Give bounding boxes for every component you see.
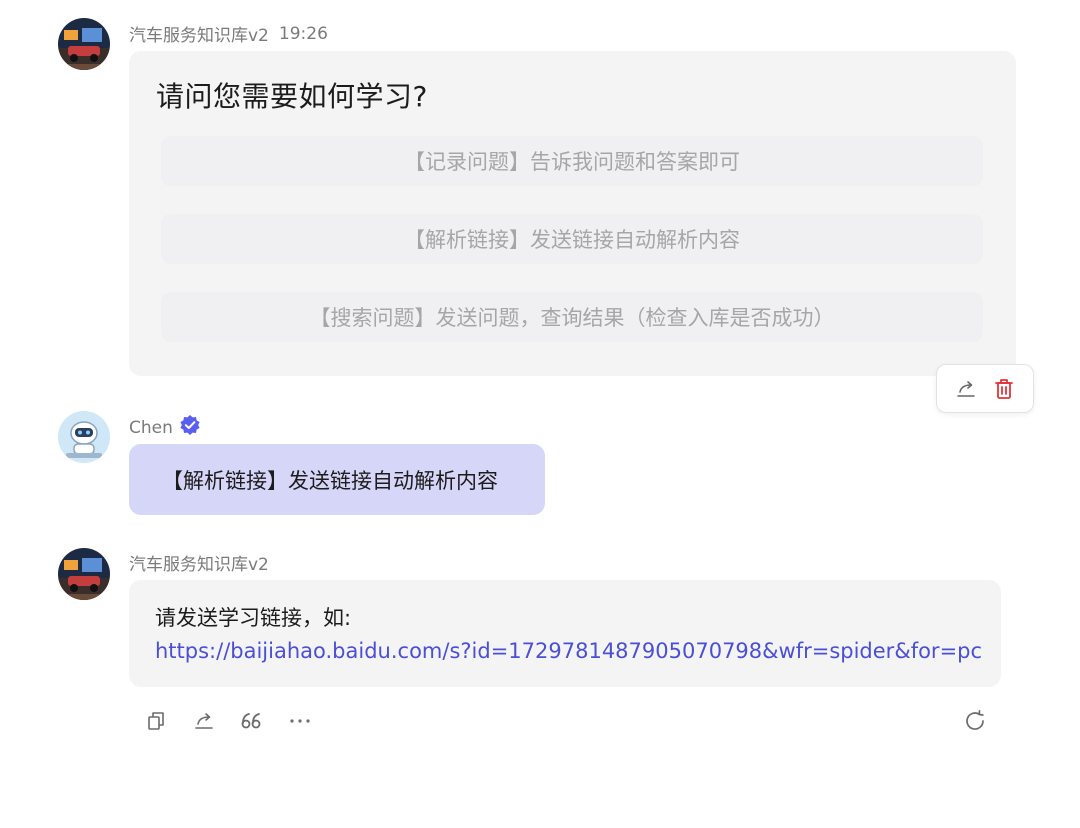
message-action-bar: [936, 364, 1034, 413]
quote-icon[interactable]: [238, 707, 266, 735]
share-icon[interactable]: [953, 376, 979, 402]
sender-name: 汽车服务知识库v2: [129, 26, 269, 46]
sender-name: Chen: [129, 417, 173, 438]
bot-message-bubble: 请发送学习链接，如: https://baijiahao.baidu.com/s…: [129, 580, 1001, 687]
bot-message-bubble: 请问您需要如何学习? 【记录问题】告诉我问题和答案即可 【解析链接】发送链接自动…: [129, 51, 1016, 376]
user-avatar: [58, 411, 110, 463]
user-message-bubble: 【解析链接】发送链接自动解析内容: [129, 444, 545, 515]
share-icon[interactable]: [190, 707, 218, 735]
message-meta: 汽车服务知识库v2 19:26: [129, 21, 328, 47]
refresh-icon[interactable]: [962, 708, 988, 734]
bot-avatar: [58, 548, 110, 600]
trash-icon[interactable]: [991, 376, 1017, 402]
sender-name: 汽车服务知识库v2: [129, 555, 269, 575]
example-link[interactable]: https://baijiahao.baidu.com/s?id=1729781…: [155, 639, 982, 663]
option-record-question[interactable]: 【记录问题】告诉我问题和答案即可: [161, 136, 983, 186]
more-icon[interactable]: [286, 707, 314, 735]
message-text: 请发送学习链接，如:: [155, 606, 352, 630]
message-time: 19:26: [278, 23, 328, 44]
copy-icon[interactable]: [142, 707, 170, 735]
option-parse-link[interactable]: 【解析链接】发送链接自动解析内容: [161, 214, 983, 264]
message-toolbar: [142, 707, 314, 735]
bot-avatar: [58, 18, 110, 70]
message-meta: 汽车服务知识库v2: [129, 550, 269, 575]
message-meta: Chen: [129, 414, 201, 441]
verified-badge-icon: [179, 414, 201, 441]
question-text: 请问您需要如何学习?: [156, 80, 428, 113]
option-search-question[interactable]: 【搜索问题】发送问题，查询结果（检查入库是否成功）: [161, 292, 983, 342]
